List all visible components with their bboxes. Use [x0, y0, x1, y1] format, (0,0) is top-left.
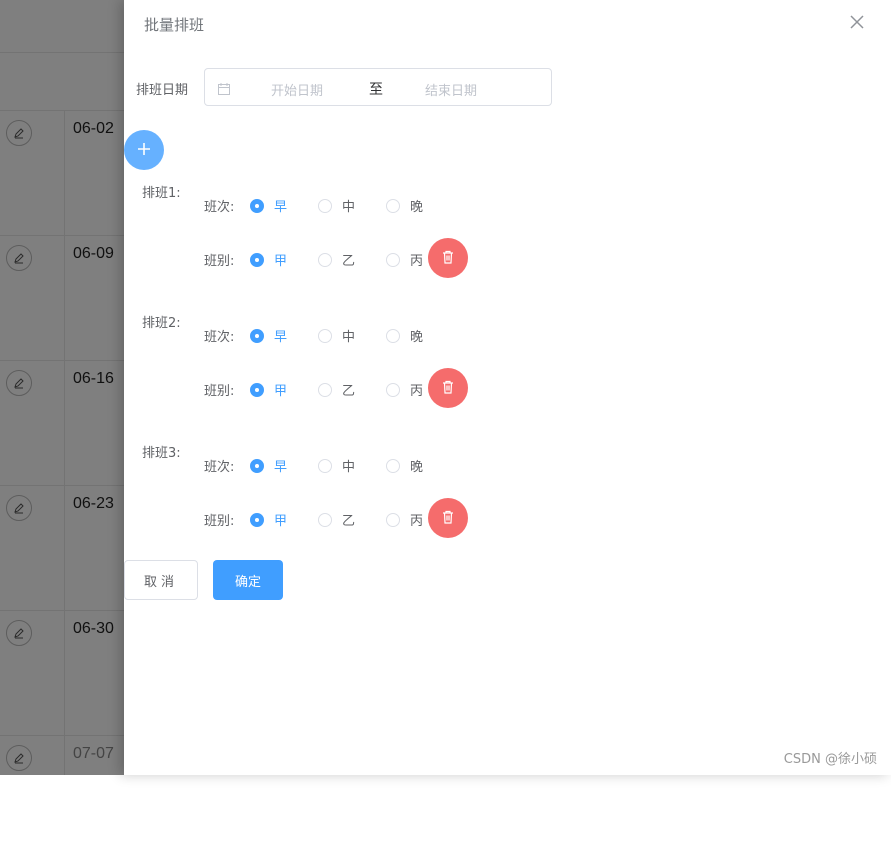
- radio-label: 中: [342, 460, 356, 475]
- delete-schedule-button[interactable]: [428, 238, 468, 278]
- team-label: 班别:: [204, 384, 235, 399]
- radio-label: 丙: [410, 514, 424, 529]
- team-label: 班别:: [204, 254, 235, 269]
- add-schedule-button[interactable]: [124, 130, 164, 170]
- radio-label: 乙: [342, 384, 356, 399]
- radio-dot: [386, 198, 400, 213]
- shift-radio-early[interactable]: 早: [250, 326, 287, 345]
- trash-icon: [442, 509, 454, 528]
- team-label: 班别:: [204, 514, 235, 529]
- shift-radio-late[interactable]: 晚: [386, 326, 423, 345]
- radio-dot: [250, 252, 264, 267]
- radio-dot: [386, 512, 400, 527]
- date-range-picker[interactable]: 开始日期 至 结束日期: [204, 68, 552, 106]
- radio-label: 晚: [410, 200, 424, 215]
- shift-radio-middle[interactable]: 中: [318, 196, 355, 215]
- plus-icon: [137, 141, 151, 160]
- drawer-title: 批量排班: [144, 16, 205, 34]
- radio-label: 晚: [410, 460, 424, 475]
- radio-dot: [386, 328, 400, 343]
- radio-dot: [386, 382, 400, 397]
- radio-dot: [250, 382, 264, 397]
- calendar-icon: [217, 81, 231, 100]
- shift-radio-early[interactable]: 早: [250, 196, 287, 215]
- radio-label: 中: [342, 330, 356, 345]
- confirm-button[interactable]: 确定: [213, 560, 283, 600]
- radio-label: 早: [274, 460, 288, 475]
- radio-dot: [318, 198, 332, 213]
- team-radio-bing[interactable]: 丙: [386, 250, 423, 269]
- radio-label: 丙: [410, 254, 424, 269]
- shift-radio-middle[interactable]: 中: [318, 456, 355, 475]
- radio-dot: [386, 252, 400, 267]
- radio-label: 丙: [410, 384, 424, 399]
- radio-label: 乙: [342, 254, 356, 269]
- radio-dot: [250, 458, 264, 473]
- cancel-button[interactable]: 取消: [124, 560, 198, 600]
- radio-label: 早: [274, 200, 288, 215]
- team-radio-yi[interactable]: 乙: [318, 380, 355, 399]
- watermark: CSDN @徐小硕: [783, 752, 877, 767]
- radio-label: 甲: [274, 254, 288, 269]
- team-radio-yi[interactable]: 乙: [318, 250, 355, 269]
- schedule-3-label: 排班3:: [142, 446, 181, 461]
- radio-dot: [250, 328, 264, 343]
- shift-radio-late[interactable]: 晚: [386, 196, 423, 215]
- delete-schedule-button[interactable]: [428, 368, 468, 408]
- radio-label: 早: [274, 330, 288, 345]
- schedule-1-label: 排班1:: [142, 186, 181, 201]
- shift-label: 班次:: [204, 330, 235, 345]
- trash-icon: [442, 379, 454, 398]
- radio-dot: [318, 252, 332, 267]
- radio-dot: [318, 512, 332, 527]
- range-separator: 至: [369, 82, 383, 98]
- radio-dot: [250, 512, 264, 527]
- shift-radio-early[interactable]: 早: [250, 456, 287, 475]
- date-label: 排班日期: [136, 83, 189, 98]
- radio-label: 甲: [274, 514, 288, 529]
- radio-dot: [318, 328, 332, 343]
- start-date-input[interactable]: 开始日期: [271, 80, 323, 99]
- radio-label: 甲: [274, 384, 288, 399]
- shift-radio-middle[interactable]: 中: [318, 326, 355, 345]
- radio-label: 晚: [410, 330, 424, 345]
- team-radio-bing[interactable]: 丙: [386, 380, 423, 399]
- team-radio-jia[interactable]: 甲: [250, 510, 287, 529]
- batch-schedule-drawer: 批量排班 排班日期 开始日期 至 结束日期 排班1: 班次: 早 中 晚 班别:…: [124, 0, 891, 775]
- close-icon[interactable]: [849, 14, 865, 30]
- radio-label: 乙: [342, 514, 356, 529]
- shift-label: 班次:: [204, 200, 235, 215]
- schedule-2-label: 排班2:: [142, 316, 181, 331]
- delete-schedule-button[interactable]: [428, 498, 468, 538]
- shift-radio-late[interactable]: 晚: [386, 456, 423, 475]
- team-radio-bing[interactable]: 丙: [386, 510, 423, 529]
- trash-icon: [442, 249, 454, 268]
- shift-label: 班次:: [204, 460, 235, 475]
- radio-dot: [386, 458, 400, 473]
- radio-dot: [318, 458, 332, 473]
- end-date-input[interactable]: 结束日期: [425, 80, 477, 99]
- radio-dot: [250, 198, 264, 213]
- team-radio-jia[interactable]: 甲: [250, 380, 287, 399]
- team-radio-jia[interactable]: 甲: [250, 250, 287, 269]
- team-radio-yi[interactable]: 乙: [318, 510, 355, 529]
- radio-dot: [318, 382, 332, 397]
- radio-label: 中: [342, 200, 356, 215]
